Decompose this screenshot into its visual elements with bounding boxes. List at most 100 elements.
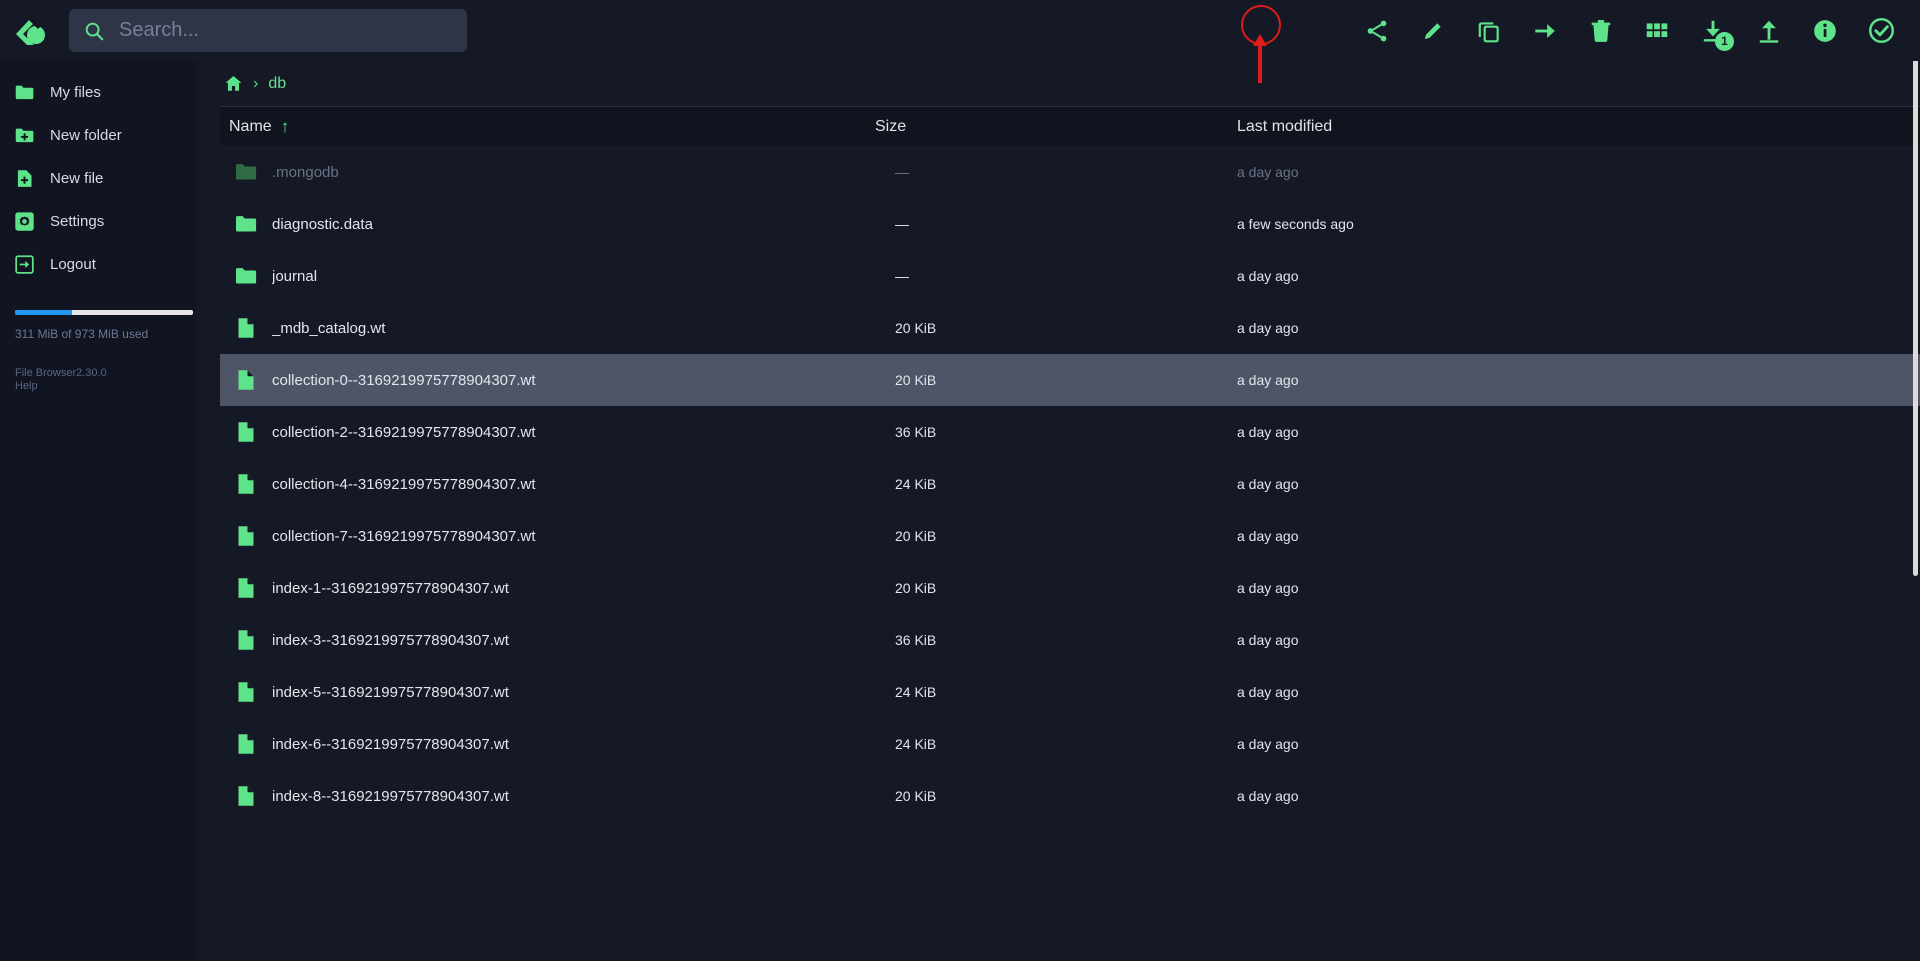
action-toolbar: 1	[1360, 0, 1898, 61]
select-button[interactable]	[1864, 14, 1898, 48]
folder-plus-icon	[15, 128, 34, 143]
sidebar-item-new-file[interactable]: New file	[0, 157, 196, 200]
folder-icon	[220, 160, 272, 184]
move-button[interactable]	[1528, 14, 1562, 48]
file-last-modified: a day ago	[1237, 788, 1299, 804]
file-size: 20 KiB	[895, 788, 937, 804]
file-name: _mdb_catalog.wt	[272, 319, 386, 337]
home-icon[interactable]	[224, 74, 243, 93]
table-row[interactable]: diagnostic.data — a few seconds ago	[220, 198, 1920, 250]
file-icon	[220, 420, 272, 444]
sidebar-footer: File Browser2.30.0 Help	[15, 367, 181, 394]
file-name: collection-2--3169219975778904307.wt	[272, 423, 536, 441]
sidebar-item-label: New file	[50, 170, 104, 187]
file-list: Name ↑ Size Last modified .mongodb — a day…	[220, 106, 1920, 961]
file-icon	[220, 576, 272, 600]
logout-icon	[15, 255, 34, 274]
file-name: collection-4--3169219975778904307.wt	[272, 475, 536, 493]
share-icon	[1367, 20, 1387, 41]
upload-icon	[1759, 20, 1779, 43]
app-logo[interactable]	[0, 0, 60, 61]
file-name: journal	[272, 267, 318, 285]
page-scrollbar-track[interactable]	[1912, 0, 1920, 961]
column-header-name[interactable]: Name ↑	[220, 118, 875, 136]
file-name: collection-0--3169219975778904307.wt	[272, 371, 536, 389]
help-link[interactable]: Help	[15, 380, 181, 393]
file-rows: .mongodb — a day ago diagnostic.data — a few …	[220, 146, 1920, 961]
column-header-name-label: Name	[229, 117, 272, 135]
file-size: 20 KiB	[895, 320, 937, 336]
file-size: 24 KiB	[895, 684, 937, 700]
file-last-modified: a day ago	[1237, 164, 1299, 180]
file-last-modified: a day ago	[1237, 736, 1299, 752]
breadcrumb-item-db[interactable]: db	[268, 75, 286, 93]
rename-button[interactable]	[1416, 14, 1450, 48]
sidebar-item-label: New folder	[50, 127, 122, 144]
file-plus-icon	[17, 170, 32, 187]
folder-icon	[220, 212, 272, 236]
table-row[interactable]: index-6--3169219975778904307.wt 24 KiB a d…	[220, 718, 1920, 770]
table-row[interactable]: index-3--3169219975778904307.wt 36 KiB a d…	[220, 614, 1920, 666]
sidebar-item-settings[interactable]: Settings	[0, 200, 196, 243]
top-bar: 1	[0, 0, 1920, 61]
gear-icon	[15, 212, 34, 231]
search-input[interactable]	[119, 19, 453, 42]
file-icon	[220, 784, 272, 808]
file-size: 20 KiB	[895, 580, 937, 596]
grid-icon	[1646, 22, 1668, 37]
file-last-modified: a day ago	[1237, 372, 1299, 388]
page-scrollbar-thumb[interactable]	[1913, 46, 1918, 576]
sidebar-item-my-files[interactable]: My files	[0, 71, 196, 114]
table-row[interactable]: journal — a day ago	[220, 250, 1920, 302]
sidebar-item-new-folder[interactable]: New folder	[0, 114, 196, 157]
switch-view-button[interactable]	[1640, 14, 1674, 48]
file-size: —	[895, 268, 909, 284]
file-name: index-1--3169219975778904307.wt	[272, 579, 509, 597]
storage-usage-text: 311 MiB of 973 MiB used	[15, 327, 149, 341]
arrow-right-icon	[1535, 23, 1555, 38]
column-header-size[interactable]: Size	[875, 118, 1175, 136]
file-size: 24 KiB	[895, 476, 937, 492]
table-row[interactable]: index-1--3169219975778904307.wt 20 KiB a d…	[220, 562, 1920, 614]
info-icon	[1814, 19, 1836, 42]
file-size: —	[895, 216, 909, 232]
table-row[interactable]: collection-2--3169219975778904307.wt 36 K…	[220, 406, 1920, 458]
file-name: index-6--3169219975778904307.wt	[272, 735, 509, 753]
search-bar[interactable]	[69, 9, 467, 52]
version-link[interactable]: File Browser2.30.0	[15, 367, 181, 380]
table-row[interactable]: collection-0--3169219975778904307.wt 20 K…	[220, 354, 1920, 406]
copy-button[interactable]	[1472, 14, 1506, 48]
upload-button[interactable]	[1752, 14, 1786, 48]
main-content: › db Name ↑ Size Last modified .mongodb —…	[196, 61, 1920, 961]
file-last-modified: a day ago	[1237, 320, 1299, 336]
download-button[interactable]: 1	[1696, 14, 1734, 51]
share-button[interactable]	[1360, 14, 1394, 48]
file-name: collection-7--3169219975778904307.wt	[272, 527, 536, 545]
info-button[interactable]	[1808, 14, 1842, 48]
table-row[interactable]: collection-7--3169219975778904307.wt 20 K…	[220, 510, 1920, 562]
file-last-modified: a day ago	[1237, 268, 1299, 284]
file-size: 36 KiB	[895, 424, 937, 440]
table-row[interactable]: index-5--3169219975778904307.wt 24 KiB a d…	[220, 666, 1920, 718]
file-size: 20 KiB	[895, 372, 937, 388]
file-name: index-5--3169219975778904307.wt	[272, 683, 509, 701]
delete-button[interactable]	[1584, 14, 1618, 48]
trash-icon	[1591, 19, 1611, 42]
file-name: index-3--3169219975778904307.wt	[272, 631, 509, 649]
sidebar: My files New folder New file Settings Lo…	[0, 61, 196, 961]
table-row[interactable]: index-8--3169219975778904307.wt 20 KiB a d…	[220, 770, 1920, 822]
file-icon	[220, 472, 272, 496]
storage-usage: 311 MiB of 973 MiB used	[15, 310, 193, 341]
table-row[interactable]: .mongodb — a day ago	[220, 146, 1920, 198]
file-last-modified: a few seconds ago	[1237, 216, 1354, 232]
sidebar-item-logout[interactable]: Logout	[0, 243, 196, 286]
table-row[interactable]: _mdb_catalog.wt 20 KiB a day ago	[220, 302, 1920, 354]
download-count-badge: 1	[1715, 31, 1734, 51]
folder-icon	[15, 85, 34, 100]
table-row[interactable]: collection-4--3169219975778904307.wt 24 K…	[220, 458, 1920, 510]
folder-icon	[220, 264, 272, 288]
column-header-last-modified[interactable]: Last modified	[1175, 118, 1920, 136]
pencil-icon	[1424, 21, 1442, 39]
file-size: —	[895, 164, 909, 180]
file-icon	[220, 524, 272, 548]
